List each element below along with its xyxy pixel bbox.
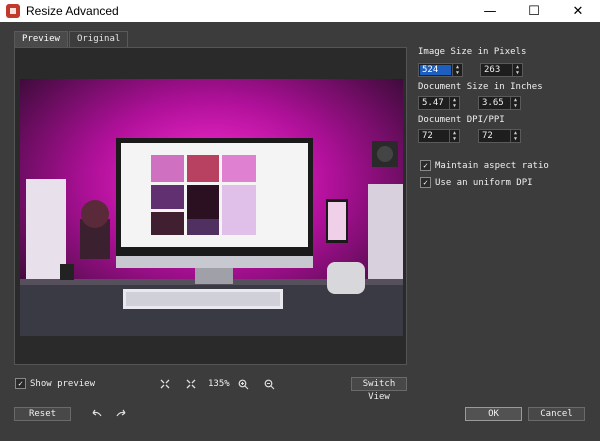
tab-original[interactable]: Original (68, 31, 129, 47)
redo-icon[interactable] (115, 408, 127, 420)
resize-advanced-dialog: Resize Advanced — ☐ ✕ Preview Original I… (0, 0, 600, 441)
minimize-icon[interactable]: — (468, 0, 512, 22)
uniform-dpi-label: Use an uniform DPI (435, 177, 533, 188)
view-tabs: Preview Original (14, 31, 129, 47)
pixel-height-input[interactable]: 263 ▲ ▼ (480, 63, 523, 77)
uniform-dpi-checkbox[interactable]: ✓ (420, 177, 431, 188)
pixel-width-input[interactable]: 524 ▲ ▼ (418, 63, 463, 77)
maintain-aspect-label: Maintain aspect ratio (435, 160, 549, 171)
maintain-aspect-row[interactable]: ✓ Maintain aspect ratio (420, 160, 549, 171)
fit-to-window-icon[interactable] (159, 378, 171, 390)
decrement-icon[interactable]: ▼ (511, 103, 520, 109)
maintain-aspect-checkbox[interactable]: ✓ (420, 160, 431, 171)
pixel-height-value: 263 (484, 65, 501, 75)
cancel-button[interactable]: Cancel (528, 407, 585, 421)
ok-button[interactable]: OK (465, 407, 522, 421)
window-controls: — ☐ ✕ (468, 0, 600, 22)
reset-button[interactable]: Reset (14, 407, 71, 421)
tab-preview[interactable]: Preview (14, 31, 68, 47)
dpi-y-input[interactable]: 72 ▲ ▼ (478, 129, 521, 143)
dpi-x-value: 72 (422, 131, 433, 141)
inch-width-input[interactable]: 5.47 ▲ ▼ (418, 96, 460, 110)
preview-toolbar: ✓ Show preview 135% Switch View (0, 374, 600, 402)
show-preview-checkbox[interactable]: ✓ (15, 378, 26, 389)
title-bar: Resize Advanced — ☐ ✕ (0, 0, 600, 22)
decrement-icon[interactable]: ▼ (511, 136, 520, 142)
dpi-x-input[interactable]: 72 ▲ ▼ (418, 129, 460, 143)
app-logo-icon (6, 4, 20, 18)
actual-size-icon[interactable] (185, 378, 197, 390)
decrement-icon[interactable]: ▼ (450, 103, 459, 109)
inch-height-input[interactable]: 3.65 ▲ ▼ (478, 96, 521, 110)
dpi-section-label: Document DPI/PPI (418, 115, 505, 125)
close-icon[interactable]: ✕ (556, 0, 600, 22)
switch-view-button[interactable]: Switch View (351, 377, 407, 402)
dpi-y-value: 72 (482, 131, 493, 141)
decrement-icon[interactable]: ▼ (513, 70, 522, 76)
show-preview-label: Show preview (30, 378, 96, 389)
inch-width-value: 5.47 (422, 98, 444, 108)
show-preview-row[interactable]: ✓ Show preview (15, 378, 95, 389)
pixel-width-value: 524 (420, 65, 451, 75)
zoom-out-icon[interactable] (263, 378, 275, 390)
window-title: Resize Advanced (26, 4, 119, 18)
inches-section-label: Document Size in Inches (418, 82, 543, 92)
uniform-dpi-row[interactable]: ✓ Use an uniform DPI (420, 177, 533, 188)
decrement-icon[interactable]: ▼ (453, 70, 462, 76)
pixels-section-label: Image Size in Pixels (418, 47, 527, 57)
undo-icon[interactable] (90, 408, 102, 420)
zoom-in-icon[interactable] (237, 378, 249, 390)
decrement-icon[interactable]: ▼ (450, 136, 459, 142)
zoom-level: 135% (208, 379, 230, 389)
preview-image[interactable] (20, 79, 403, 336)
inch-height-value: 3.65 (482, 98, 504, 108)
maximize-icon[interactable]: ☐ (512, 0, 556, 22)
